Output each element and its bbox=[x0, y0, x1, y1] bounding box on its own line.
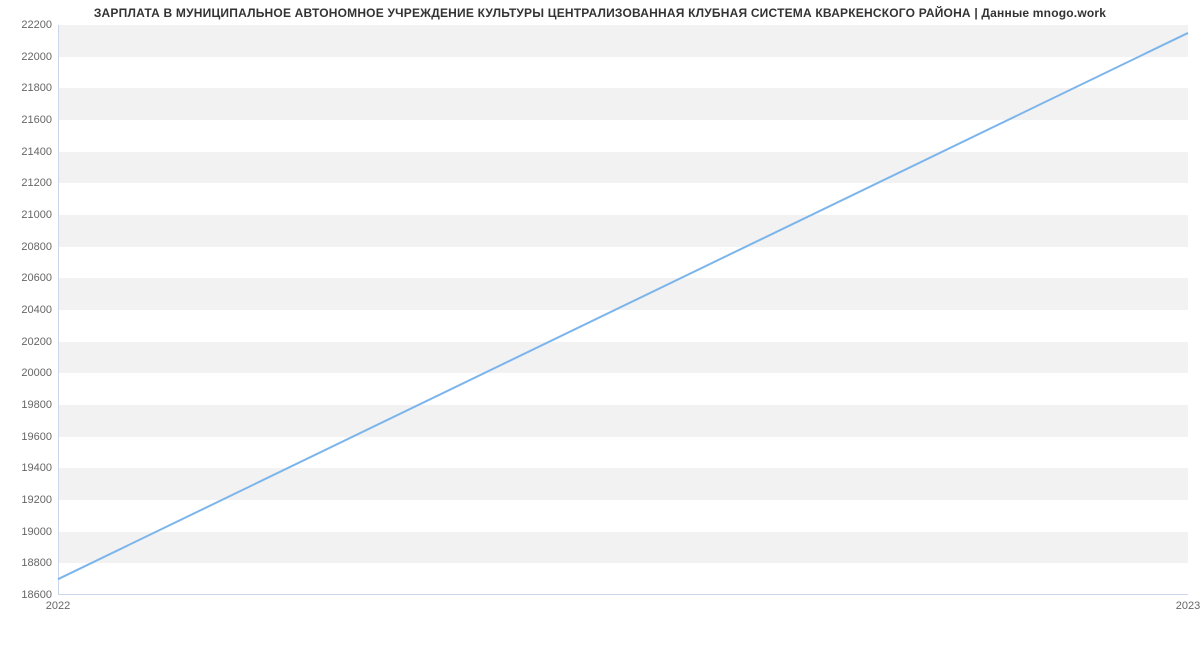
y-tick-label: 22200 bbox=[4, 19, 52, 31]
y-tick-label: 19400 bbox=[4, 462, 52, 474]
y-tick-label: 20800 bbox=[4, 241, 52, 253]
x-tick-label: 2023 bbox=[1176, 600, 1200, 612]
plot-area bbox=[58, 25, 1188, 595]
y-tick-label: 21600 bbox=[4, 114, 52, 126]
x-tick-label: 2022 bbox=[46, 600, 70, 612]
y-tick-label: 19000 bbox=[4, 526, 52, 538]
chart-title: ЗАРПЛАТА В МУНИЦИПАЛЬНОЕ АВТОНОМНОЕ УЧРЕ… bbox=[0, 6, 1200, 20]
y-tick-label: 19200 bbox=[4, 494, 52, 506]
y-tick-label: 18800 bbox=[4, 557, 52, 569]
y-tick-label: 21800 bbox=[4, 82, 52, 94]
data-series-line bbox=[58, 25, 1188, 595]
y-tick-label: 19600 bbox=[4, 431, 52, 443]
y-tick-label: 20600 bbox=[4, 272, 52, 284]
y-tick-label: 20000 bbox=[4, 367, 52, 379]
y-tick-label: 22000 bbox=[4, 51, 52, 63]
y-tick-label: 21200 bbox=[4, 177, 52, 189]
y-tick-label: 19800 bbox=[4, 399, 52, 411]
y-tick-label: 21000 bbox=[4, 209, 52, 221]
y-tick-label: 20400 bbox=[4, 304, 52, 316]
y-tick-label: 20200 bbox=[4, 336, 52, 348]
y-tick-label: 21400 bbox=[4, 146, 52, 158]
